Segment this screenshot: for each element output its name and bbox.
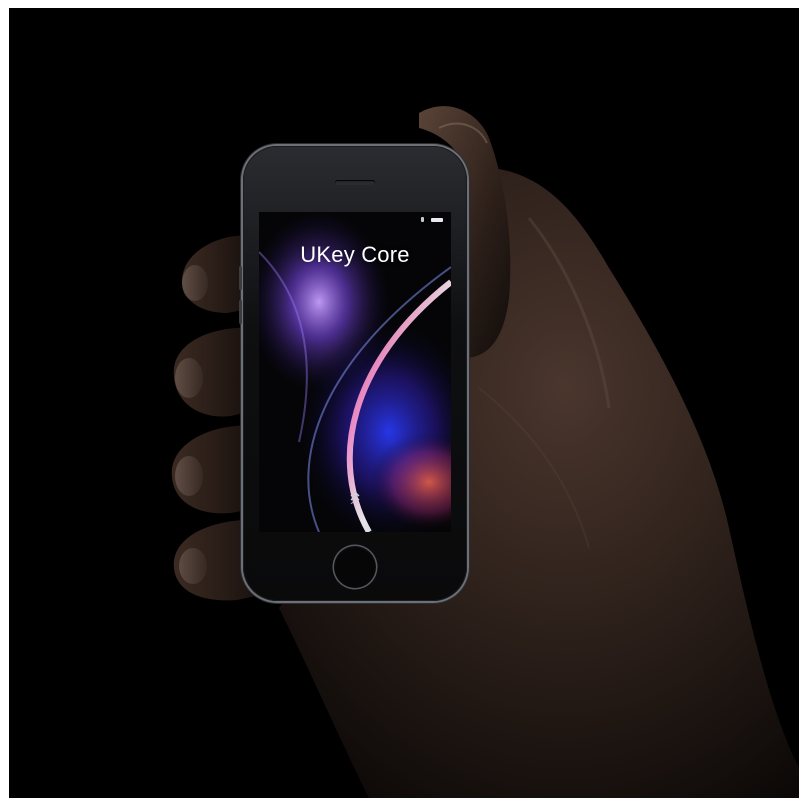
fingernail [182,265,208,301]
smartphone: UKey Core [239,146,467,601]
volume-button [239,300,242,324]
fingernail [175,456,203,496]
fingernail [175,358,203,398]
app-title: UKey Core [300,242,410,267]
phone-screen[interactable]: UKey Core [259,212,451,532]
volume-button [239,266,242,290]
battery-icon [431,218,443,222]
earpiece-speaker [335,180,375,185]
signal-icon [421,217,424,222]
swipe-up-icon[interactable] [348,490,362,504]
fingernail [179,548,207,584]
photo-frame: UKey Core [9,8,799,798]
home-button[interactable] [334,546,376,588]
